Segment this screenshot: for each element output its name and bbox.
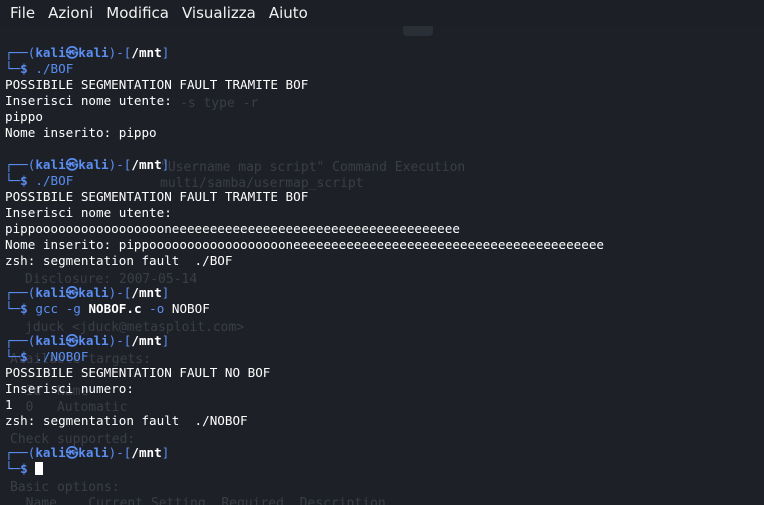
prompt-corner: └─ <box>5 349 21 364</box>
prompt-bracket: ] <box>161 157 170 172</box>
prompt-host: kali <box>78 45 109 60</box>
prompt-dollar: $ <box>20 461 28 476</box>
command-file: NOBOF.c <box>88 301 142 316</box>
prompt-dollar: $ <box>20 173 28 188</box>
output-line: POSSIBILE SEGMENTATION FAULT TRAMITE BOF <box>5 189 309 204</box>
menu-visualizza[interactable]: Visualizza <box>182 4 256 22</box>
prompt-host: kali <box>78 285 109 300</box>
output-line: Inserisci nome utente: <box>5 93 172 108</box>
prompt-host: kali <box>78 157 109 172</box>
prompt-at: ㉿ <box>65 285 79 300</box>
command-line: └─$ ./NOBOF <box>5 349 604 365</box>
prompt-path: /mnt <box>131 333 162 348</box>
prompt-separator: )-[ <box>108 333 132 348</box>
prompt-header: ┌──(kali㉿kali)-[/mnt] <box>5 157 604 173</box>
terminal-output[interactable]: ┌──(kali㉿kali)-[/mnt] └─$ ./BOF POSSIBIL… <box>5 45 604 477</box>
prompt-dollar: $ <box>20 301 28 316</box>
prompt-at: ㉿ <box>65 445 79 460</box>
prompt-path: /mnt <box>131 445 162 460</box>
prompt-corner: └─ <box>5 301 21 316</box>
prompt-corner: ┌──( <box>5 333 36 348</box>
prompt-user: kali <box>35 285 66 300</box>
prompt-separator: )-[ <box>108 157 132 172</box>
command-flag: -o <box>141 301 172 316</box>
command-line[interactable]: └─$ <box>5 461 604 477</box>
prompt-host: kali <box>78 333 109 348</box>
prompt-host: kali <box>78 445 109 460</box>
prompt-user: kali <box>35 333 66 348</box>
prompt-path: /mnt <box>131 157 162 172</box>
menu-modifica[interactable]: Modifica <box>106 4 169 22</box>
menu-bar: File Azioni Modifica Visualizza Aiuto <box>0 0 764 26</box>
prompt-user: kali <box>35 445 66 460</box>
prompt-corner: ┌──( <box>5 445 36 460</box>
terminal-window: File Azioni Modifica Visualizza Aiuto 3 … <box>0 0 764 505</box>
prompt-corner: └─ <box>5 461 21 476</box>
prompt-corner: └─ <box>5 173 21 188</box>
prompt-at: ㉿ <box>65 333 79 348</box>
prompt-header: ┌──(kali㉿kali)-[/mnt] <box>5 45 604 61</box>
output-line: Inserisci nome utente: <box>5 205 172 220</box>
output-line: Inserisci numero: <box>5 381 134 396</box>
output-line: Nome inserito: pippoooooooooooooooooonee… <box>5 237 604 252</box>
prompt-header: ┌──(kali㉿kali)-[/mnt] <box>5 445 604 461</box>
prompt-separator: )-[ <box>108 285 132 300</box>
command-text: ./NOBOF <box>35 349 89 364</box>
prompt-at: ㉿ <box>65 45 79 60</box>
command-line: └─$ ./BOF <box>5 61 604 77</box>
prompt-at: ㉿ <box>65 157 79 172</box>
command-text: gcc <box>35 301 59 316</box>
prompt-bracket: ] <box>161 333 170 348</box>
ghost-line: Name Current Setting Required Descriptio… <box>10 496 386 505</box>
prompt-corner: └─ <box>5 61 21 76</box>
prompt-path: /mnt <box>131 285 162 300</box>
output-line: POSSIBILE SEGMENTATION FAULT NO BOF <box>5 365 271 380</box>
command-line: └─$ gcc -g NOBOF.c -o NOBOF <box>5 301 604 317</box>
output-line: 1 <box>5 397 13 412</box>
command-text: ./BOF <box>35 61 74 76</box>
text-cursor[interactable] <box>35 462 44 475</box>
prompt-header: ┌──(kali㉿kali)-[/mnt] <box>5 285 604 301</box>
output-line: POSSIBILE SEGMENTATION FAULT TRAMITE BOF <box>5 77 309 92</box>
prompt-corner: ┌──( <box>5 45 36 60</box>
output-line: Nome inserito: pippo <box>5 125 157 140</box>
prompt-corner: ┌──( <box>5 285 36 300</box>
prompt-user: kali <box>35 45 66 60</box>
menu-azioni[interactable]: Azioni <box>48 4 93 22</box>
output-line: pippo <box>5 109 43 124</box>
output-line: zsh: segmentation fault ./BOF <box>5 253 233 268</box>
prompt-separator: )-[ <box>108 445 132 460</box>
command-text: ./BOF <box>35 173 74 188</box>
command-flag: -g <box>58 301 89 316</box>
menu-file[interactable]: File <box>10 4 35 22</box>
prompt-separator: )-[ <box>108 45 132 60</box>
output-line: pippoooooooooooooooooneeeeeeeeeeeeeeeeee… <box>5 221 460 236</box>
prompt-bracket: ] <box>161 285 170 300</box>
menu-aiuto[interactable]: Aiuto <box>269 4 308 22</box>
prompt-dollar: $ <box>20 61 28 76</box>
output-line: zsh: segmentation fault ./NOBOF <box>5 413 248 428</box>
prompt-header: ┌──(kali㉿kali)-[/mnt] <box>5 333 604 349</box>
prompt-user: kali <box>35 157 66 172</box>
ghost-line: Basic options: <box>10 480 120 495</box>
prompt-path: /mnt <box>131 45 162 60</box>
command-line: └─$ ./BOF <box>5 173 604 189</box>
command-output-name: NOBOF <box>171 301 210 316</box>
prompt-bracket: ] <box>161 45 170 60</box>
prompt-bracket: ] <box>161 445 170 460</box>
prompt-corner: ┌──( <box>5 157 36 172</box>
prompt-dollar: $ <box>20 349 28 364</box>
